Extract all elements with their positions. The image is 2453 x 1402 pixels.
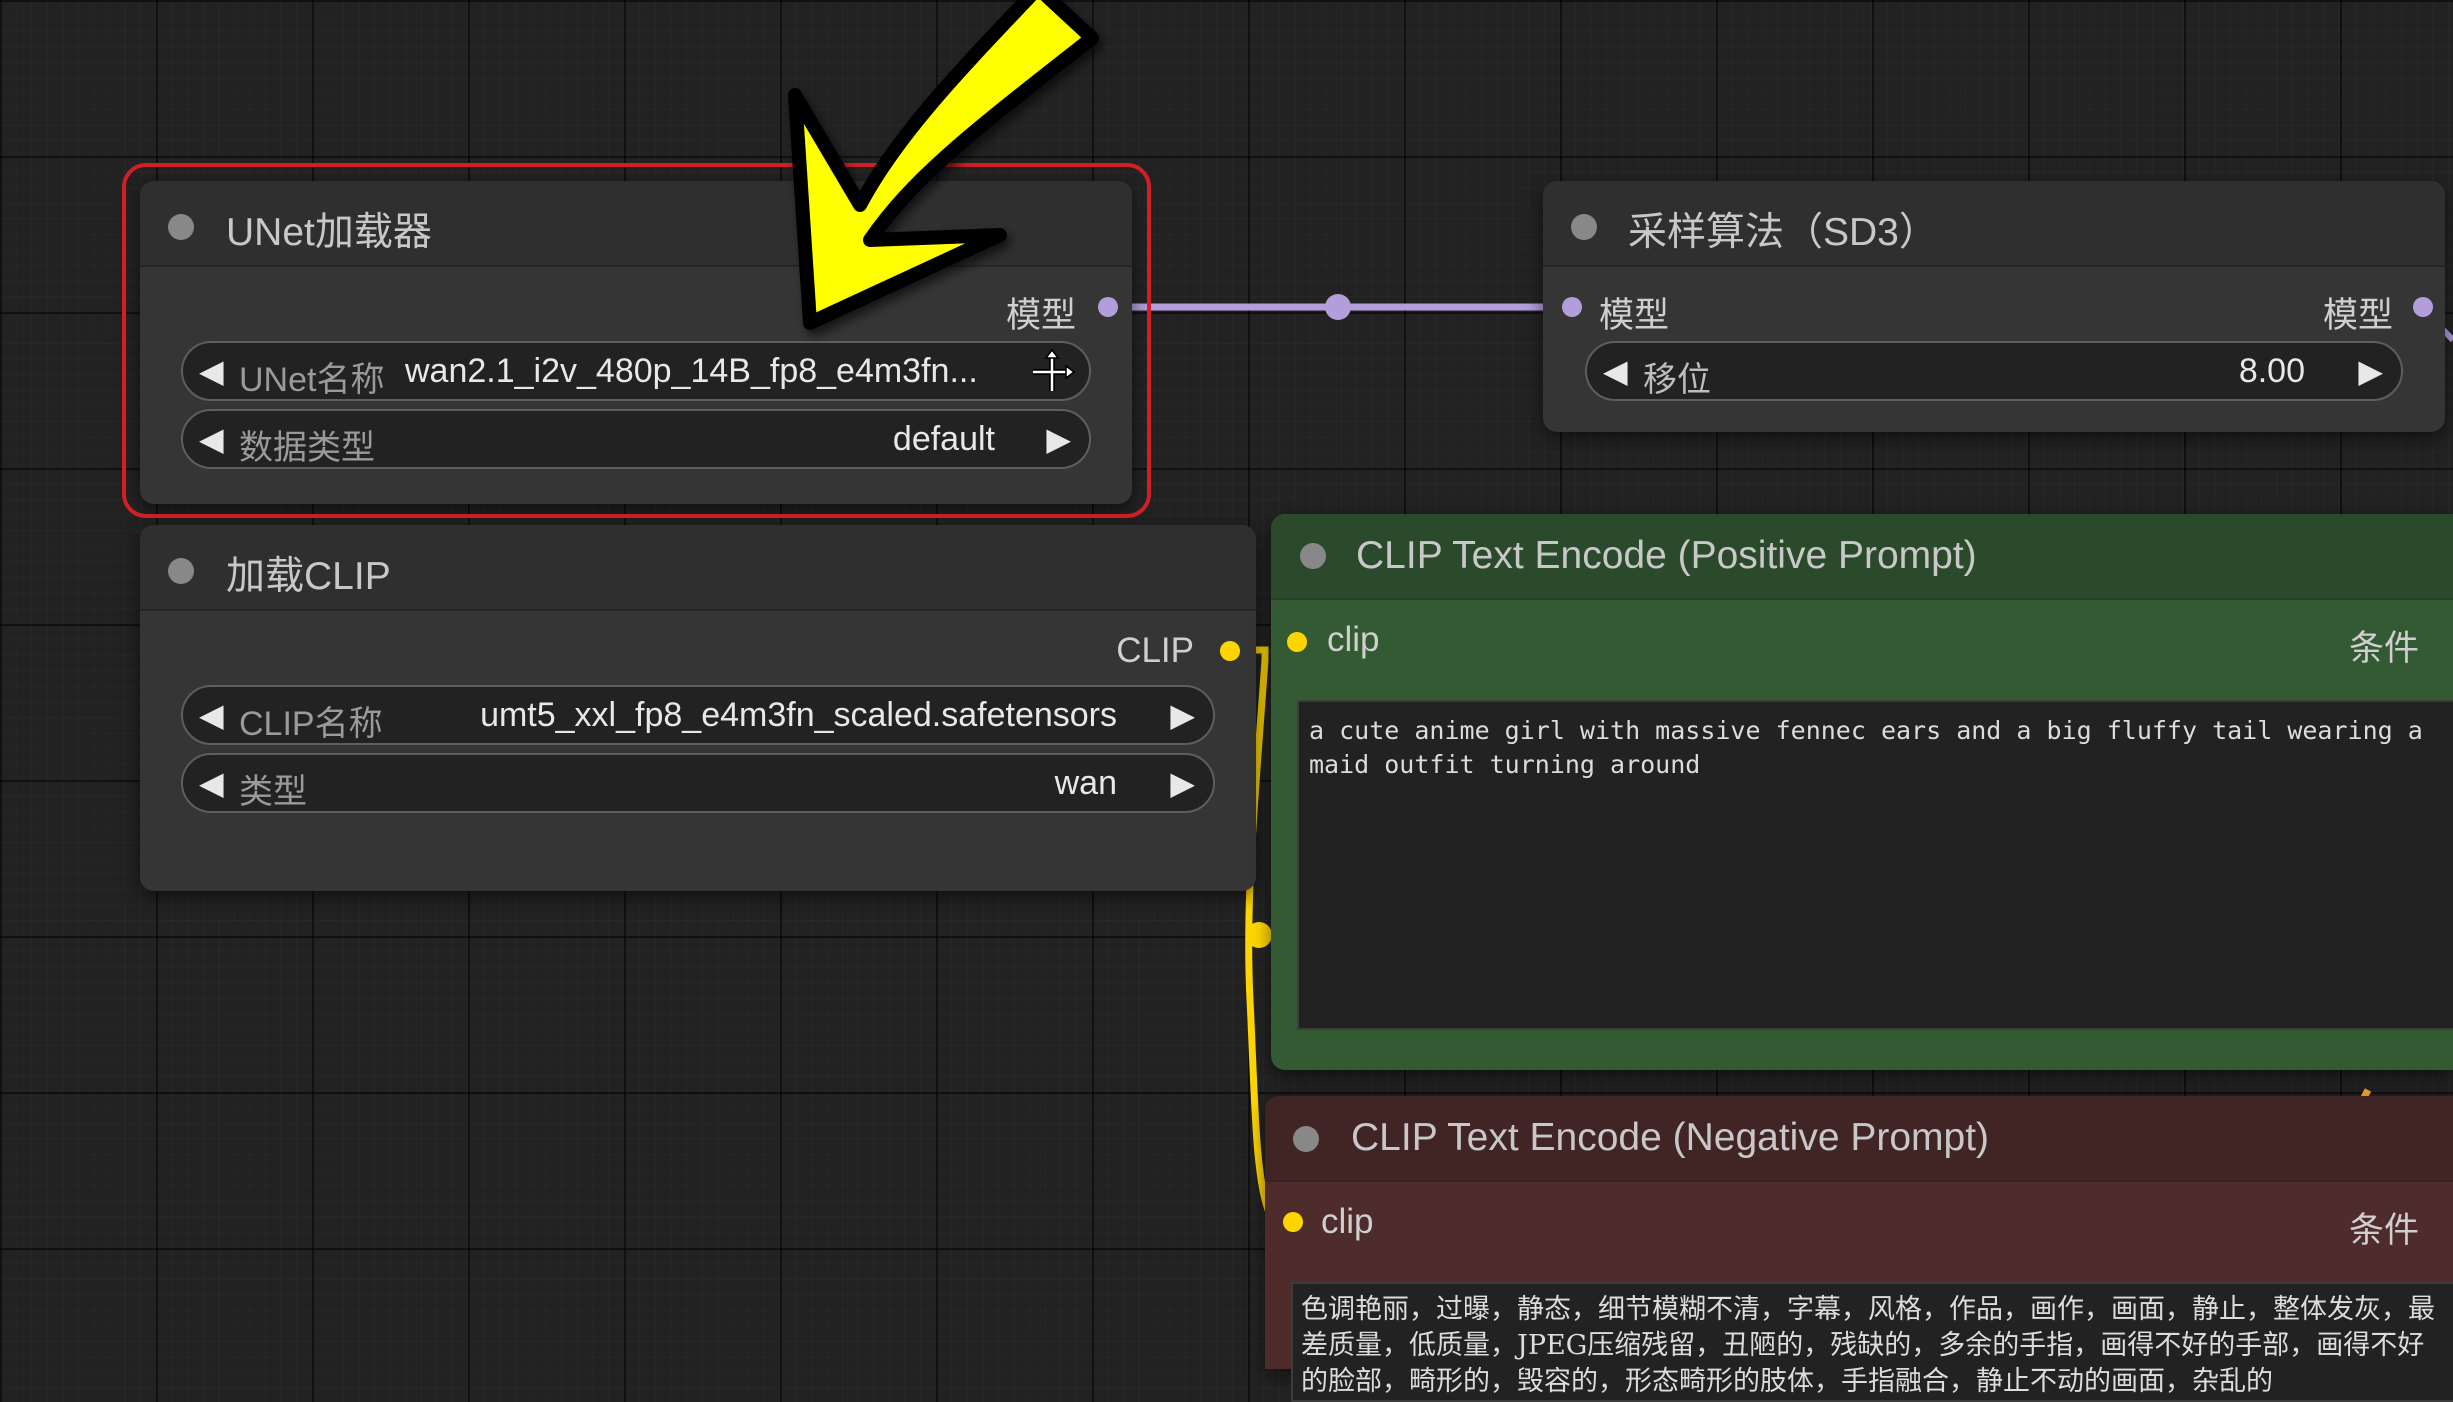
annotation-arrow-icon xyxy=(788,0,1099,330)
